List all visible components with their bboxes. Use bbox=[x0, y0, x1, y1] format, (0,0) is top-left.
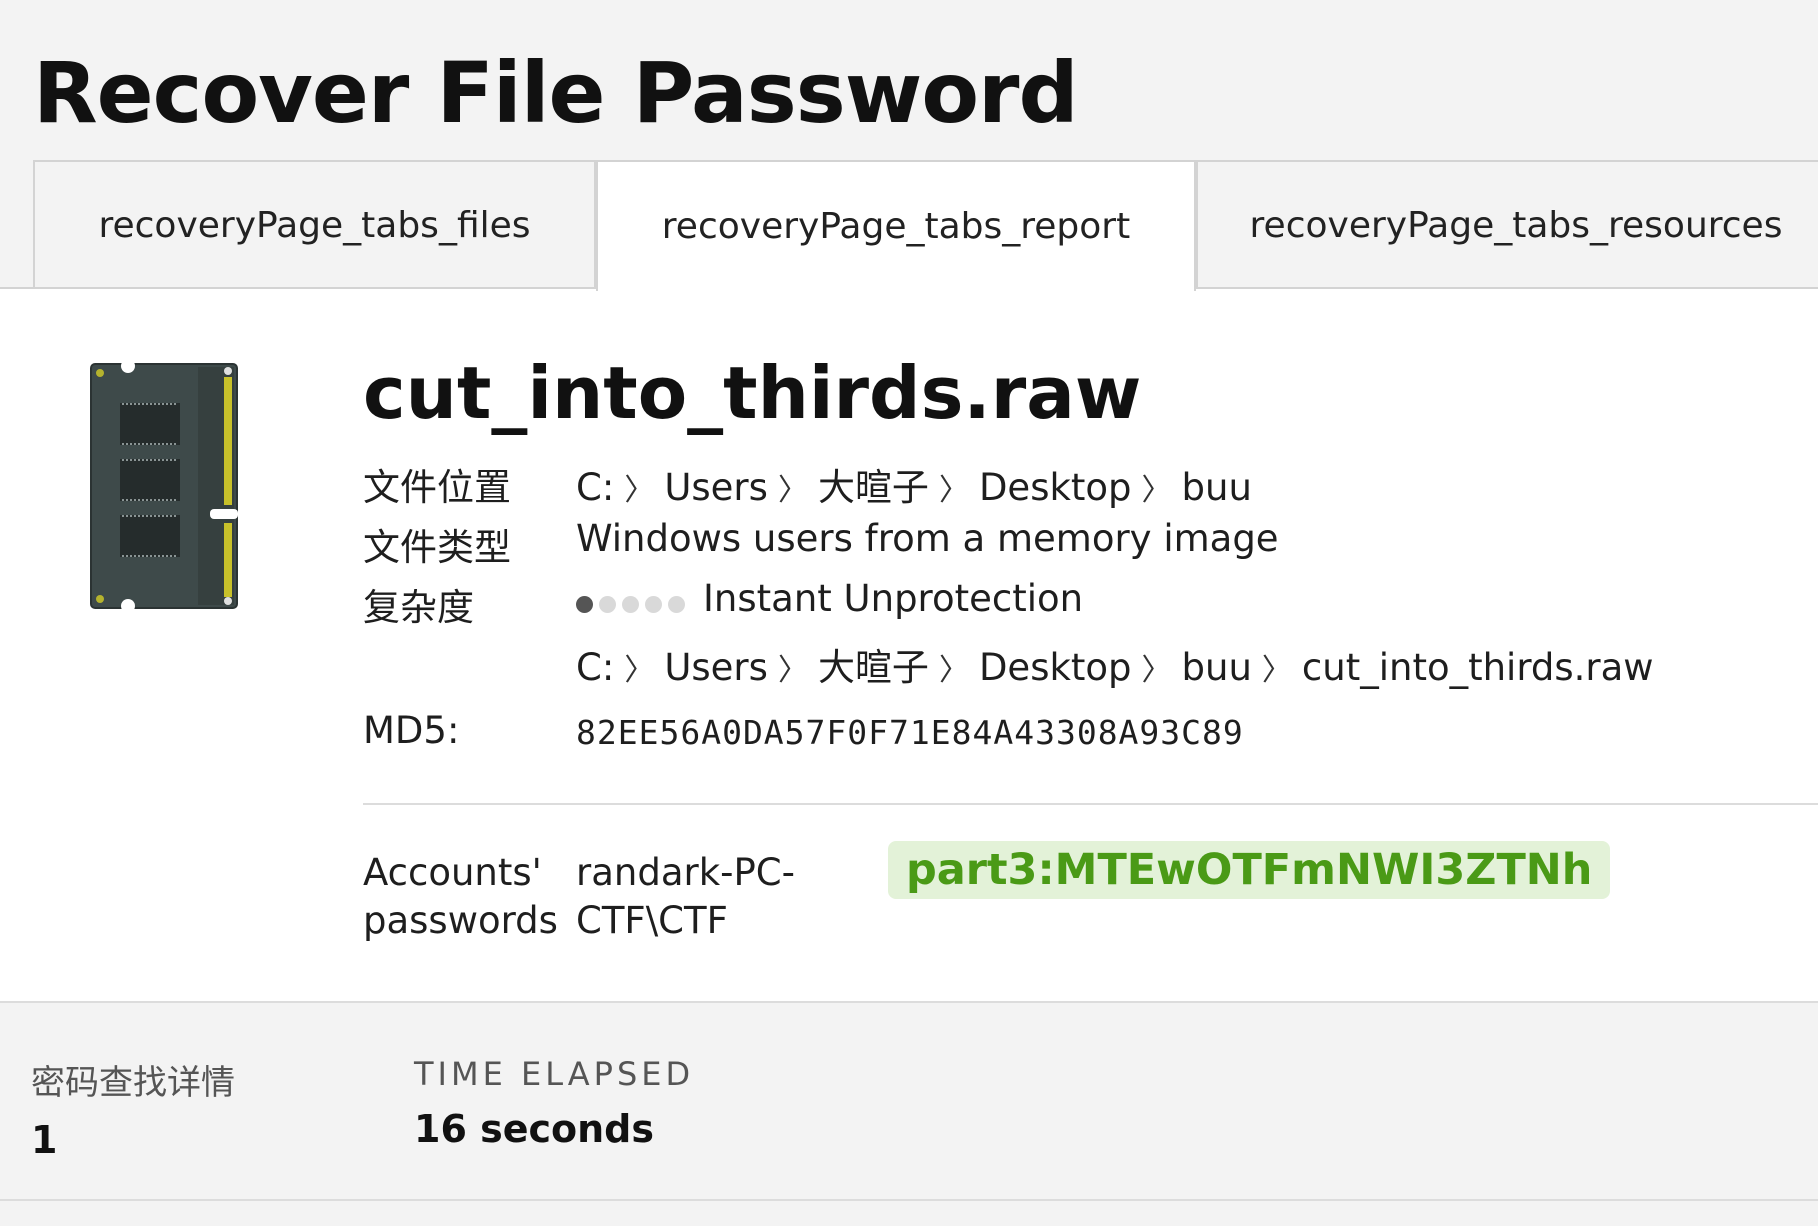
md5-value[interactable]: 82EE56A0DA57F0F71E84A43308A93C89 bbox=[576, 713, 1244, 752]
tab-bar: recoveryPage_tabs_files recoveryPage_tab… bbox=[0, 160, 1818, 291]
complexity-value: Instant Unprotection bbox=[576, 577, 1083, 622]
complexity-dot bbox=[668, 596, 685, 613]
found-label: 密码查找详情 bbox=[31, 1063, 235, 1103]
tab-report-label: recoveryPage_tabs_report bbox=[661, 206, 1131, 247]
elapsed-value: 16 seconds bbox=[414, 1107, 655, 1151]
location-breadcrumb[interactable]: C: 〉 Users 〉大暄子〉 Desktop 〉 buu bbox=[576, 457, 1252, 511]
crumb-users[interactable]: Users bbox=[664, 646, 768, 689]
complexity-dot bbox=[622, 596, 639, 613]
crumb-user[interactable]: 大暄子 bbox=[818, 466, 929, 509]
crumb-separator: 〉 bbox=[1141, 473, 1172, 508]
found-stat: 密码查找详情 1 bbox=[31, 1055, 235, 1162]
crumb-desktop[interactable]: Desktop bbox=[979, 646, 1132, 689]
md5-label: MD5: bbox=[363, 709, 460, 752]
accounts-label-line1: Accounts' bbox=[363, 851, 542, 894]
section-divider bbox=[363, 803, 1818, 805]
crumb-drive[interactable]: C: bbox=[576, 646, 614, 689]
crumb-separator: 〉 bbox=[1141, 653, 1172, 688]
crumb-desktop[interactable]: Desktop bbox=[979, 466, 1132, 509]
location-label: 文件位置 bbox=[363, 466, 511, 509]
accounts-label-line2: passwords bbox=[363, 899, 558, 942]
type-value: Windows users from a memory image bbox=[576, 517, 1279, 560]
complexity-dot bbox=[576, 596, 593, 613]
crumb-separator: 〉 bbox=[624, 653, 655, 688]
crumb-users[interactable]: Users bbox=[664, 466, 768, 509]
type-label: 文件类型 bbox=[363, 526, 511, 569]
crumb-separator: 〉 bbox=[624, 473, 655, 508]
crumb-separator: 〉 bbox=[1261, 653, 1292, 688]
page-title: Recover File Password bbox=[33, 44, 1079, 142]
memory-module-icon bbox=[90, 359, 238, 613]
crumb-folder[interactable]: buu bbox=[1182, 466, 1252, 509]
recovered-password[interactable]: part3:MTEwOTFmNWI3ZTNh bbox=[888, 841, 1611, 899]
report-panel: cut_into_thirds.raw 文件位置 C: 〉 Users 〉大暄子〉 De… bbox=[0, 289, 1818, 1003]
complexity-label: 复杂度 bbox=[363, 586, 474, 629]
complexity-text: Instant Unprotection bbox=[703, 577, 1084, 620]
account-user-line1: randark-PC- bbox=[576, 851, 795, 894]
fullpath-breadcrumb[interactable]: C: 〉 Users 〉大暄子〉 Desktop 〉 buu 〉 cut_into_thirds… bbox=[576, 637, 1654, 691]
crumb-user[interactable]: 大暄子 bbox=[818, 646, 929, 689]
elapsed-label: TIME ELAPSED bbox=[414, 1055, 695, 1093]
tab-files-label: recoveryPage_tabs_files bbox=[98, 205, 531, 246]
crumb-separator: 〉 bbox=[938, 473, 969, 508]
crumb-separator: 〉 bbox=[777, 473, 808, 508]
accounts-label: Accounts' passwords bbox=[363, 849, 558, 945]
tab-resources-label: recoveryPage_tabs_resources bbox=[1249, 205, 1783, 246]
complexity-rating bbox=[576, 579, 691, 622]
footer-divider bbox=[0, 1199, 1818, 1201]
crumb-drive[interactable]: C: bbox=[576, 466, 614, 509]
tab-files[interactable]: recoveryPage_tabs_files bbox=[33, 160, 596, 289]
crumb-separator: 〉 bbox=[938, 653, 969, 688]
complexity-dot bbox=[599, 596, 616, 613]
crumb-folder[interactable]: buu bbox=[1182, 646, 1252, 689]
account-user-line2: CTF\CTF bbox=[576, 899, 728, 942]
tab-resources[interactable]: recoveryPage_tabs_resources bbox=[1196, 160, 1818, 289]
elapsed-stat: TIME ELAPSED 16 seconds bbox=[414, 1055, 694, 1151]
found-value: 1 bbox=[31, 1118, 58, 1162]
account-user: randark-PC- CTF\CTF bbox=[576, 849, 795, 945]
complexity-dot bbox=[645, 596, 662, 613]
crumb-file[interactable]: cut_into_thirds.raw bbox=[1302, 646, 1654, 689]
tab-report[interactable]: recoveryPage_tabs_report bbox=[596, 160, 1196, 291]
crumb-separator: 〉 bbox=[777, 653, 808, 688]
file-name: cut_into_thirds.raw bbox=[363, 351, 1142, 435]
